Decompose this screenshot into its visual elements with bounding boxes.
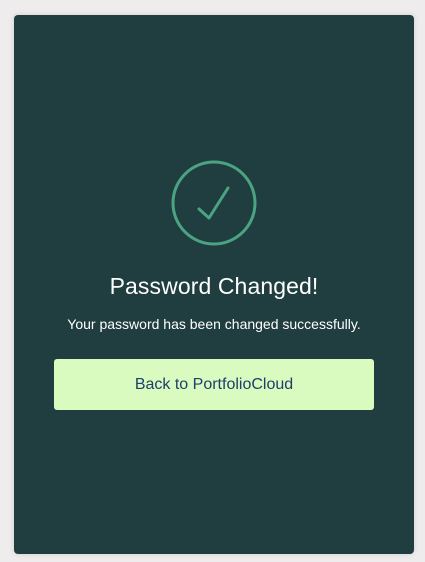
- checkmark-circle-icon: [171, 160, 257, 246]
- page-title: Password Changed!: [109, 273, 319, 299]
- success-message: Your password has been changed successfu…: [67, 316, 361, 332]
- success-card: Password Changed! Your password has been…: [14, 15, 414, 554]
- back-to-portfoliocloud-button[interactable]: Back to PortfolioCloud: [54, 359, 374, 410]
